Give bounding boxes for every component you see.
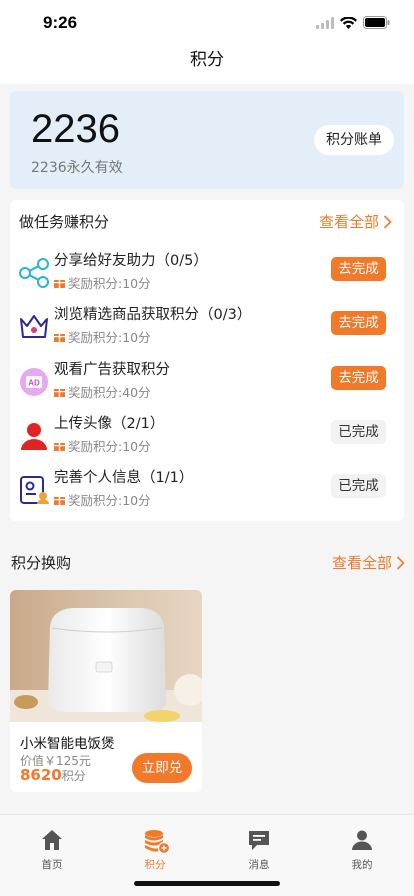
tab-messages[interactable]: 消息 [207, 815, 311, 875]
message-icon [249, 831, 269, 850]
signal-icon [316, 16, 334, 29]
task-reward-text: 奖励积分:10分 [68, 439, 151, 454]
points-card: 2236 2236永久有效 积分账单 [10, 91, 404, 189]
view-all-label: 查看全部 [319, 213, 380, 231]
task-reward: 奖励积分:10分 [54, 327, 151, 346]
redeem-button[interactable]: 立即兑 [132, 753, 192, 783]
tab-profile[interactable]: 我的 [310, 815, 414, 875]
points-validity: 2236永久有效 [31, 160, 123, 176]
task-done-badge: 已完成 [331, 420, 386, 444]
rice-cooker-image [10, 590, 202, 722]
task-go-button[interactable]: 去完成 [331, 311, 386, 335]
task-go-button[interactable]: 去完成 [331, 257, 386, 281]
user-icon [352, 830, 372, 850]
gift-icon [54, 386, 65, 397]
status-bar: 9:26 [0, 0, 414, 44]
crown-icon [20, 315, 48, 338]
tab-label: 我的 [351, 859, 373, 871]
task-title: 完善个人信息（1/1） [54, 470, 194, 486]
chevron-right-icon [396, 555, 405, 570]
product-card[interactable]: 小米智能电饭煲 价值￥125元 8620积分 立即兑 [10, 590, 202, 792]
coins-icon [145, 830, 170, 855]
task-reward-text: 奖励积分:10分 [68, 330, 151, 345]
chevron-right-icon [383, 214, 392, 229]
gift-icon [54, 440, 65, 451]
task-row-browse: 浏览精选商品获取积分（0/3） 奖励积分:10分 去完成 [10, 303, 404, 357]
user-icon [21, 423, 47, 450]
page-title: 积分 [190, 50, 224, 70]
share-icon [19, 258, 49, 288]
task-reward: 奖励积分:10分 [54, 273, 151, 292]
tab-home[interactable]: 首页 [0, 815, 104, 875]
status-time: 9:26 [43, 13, 78, 32]
tab-label: 首页 [41, 859, 63, 871]
task-reward: 奖励积分:10分 [54, 436, 151, 455]
task-section-title: 做任务赚积分 [19, 213, 110, 231]
tab-points[interactable]: 积分 [103, 815, 207, 875]
profile-card-icon [20, 476, 49, 504]
nav-bar: 积分 [0, 44, 414, 84]
tab-label: 积分 [144, 859, 166, 871]
task-row-avatar: 上传头像（2/1） 奖励积分:10分 已完成 [10, 412, 404, 466]
task-reward-text: 奖励积分:10分 [68, 276, 151, 291]
view-all-label: 查看全部 [332, 554, 393, 572]
gift-icon [54, 277, 65, 288]
task-reward-text: 奖励积分:40分 [68, 385, 151, 400]
tab-label: 消息 [248, 859, 270, 871]
task-row-profile: 完善个人信息（1/1） 奖励积分:10分 已完成 [10, 466, 404, 520]
tasks-view-all-link[interactable]: 查看全部 [319, 211, 392, 232]
task-title: 上传头像（2/1） [54, 416, 165, 432]
status-icons [316, 16, 390, 29]
task-row-share: 分享给好友助力（0/5） 奖励积分:10分 去完成 [10, 249, 404, 303]
task-reward-text: 奖励积分:10分 [68, 493, 151, 508]
ad-icon: AD [20, 368, 48, 396]
battery-icon [363, 16, 390, 29]
gift-icon [54, 494, 65, 505]
task-card: 做任务赚积分 查看全部 分享给好友助力（0/5） 奖励积分:10分 去完成 浏览… [10, 200, 404, 521]
task-reward: 奖励积分:40分 [54, 382, 151, 401]
task-title: 浏览精选商品获取积分（0/3） [54, 307, 252, 323]
exchange-view-all-link[interactable]: 查看全部 [332, 552, 405, 573]
task-go-button[interactable]: 去完成 [331, 366, 386, 390]
home-icon [42, 830, 62, 850]
task-done-badge: 已完成 [331, 474, 386, 498]
gift-icon [54, 331, 65, 342]
points-value: 2236 [31, 107, 120, 151]
task-title: 分享给好友助力（0/5） [54, 253, 208, 269]
task-reward: 奖励积分:10分 [54, 490, 151, 509]
task-row-ad: AD 观看广告获取积分 奖励积分:40分 去完成 [10, 358, 404, 412]
home-indicator [134, 881, 280, 886]
svg-text:AD: AD [28, 379, 40, 388]
product-points-unit: 积分 [61, 769, 86, 783]
exchange-section-title: 积分换购 [11, 554, 72, 572]
points-ledger-button[interactable]: 积分账单 [314, 125, 394, 155]
product-points-value: 8620 [20, 766, 62, 784]
product-name: 小米智能电饭煲 [20, 736, 115, 752]
wifi-icon [340, 16, 357, 29]
task-title: 观看广告获取积分 [54, 362, 170, 378]
product-points: 8620积分 [20, 766, 86, 784]
